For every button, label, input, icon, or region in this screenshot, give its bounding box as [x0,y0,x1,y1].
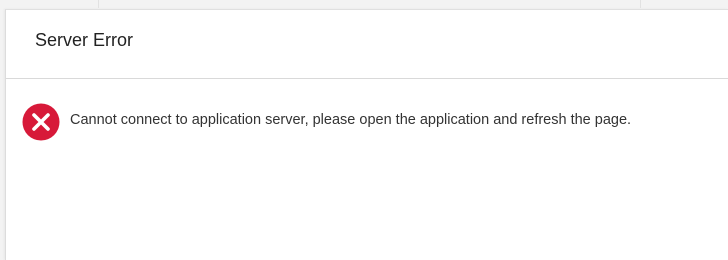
server-error-dialog: Server Error Cannot connect to applicati… [5,9,728,260]
error-message: Cannot connect to application server, pl… [70,112,632,128]
dialog-body: Cannot connect to application server, pl… [6,79,728,260]
dialog-header: Server Error [6,10,728,79]
dialog-title: Server Error [35,30,134,50]
backdrop-divider [640,0,641,8]
error-circle-x-icon [22,103,60,141]
backdrop-divider [98,0,99,8]
